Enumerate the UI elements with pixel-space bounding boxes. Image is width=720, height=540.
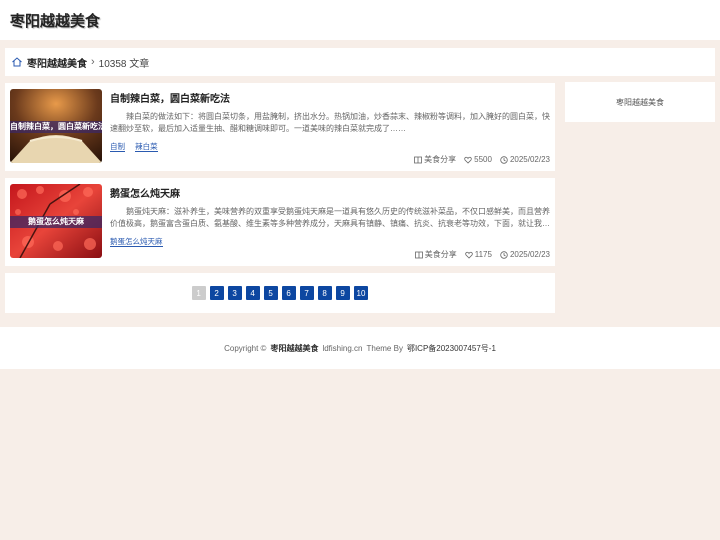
breadcrumb-home-link[interactable]: 枣阳越越美食: [27, 55, 87, 70]
footer-copyright: Copyright ©: [224, 343, 267, 353]
page-link[interactable]: 9: [335, 286, 350, 300]
tag-link[interactable]: 鹅蛋怎么炖天麻: [110, 237, 163, 247]
footer-site-link[interactable]: 枣阳越越美食: [270, 343, 318, 354]
tag-link[interactable]: 辣白菜: [135, 142, 158, 152]
footer-theme: Theme By: [366, 343, 403, 353]
article-title[interactable]: 鹅蛋怎么炖天麻: [110, 185, 550, 200]
article-card: 自制辣白菜，圆白菜新吃法 自制辣白菜，圆白菜新吃法 辣白菜的做法如下：将圆白菜切…: [5, 83, 555, 171]
article-likes: 5500: [464, 155, 492, 164]
thumbnail-caption: 鹅蛋怎么炖天麻: [10, 216, 102, 228]
sidebar-title: 枣阳越越美食: [616, 97, 664, 107]
article-count: 10358 文章: [98, 58, 150, 70]
page-link[interactable]: 8: [317, 286, 332, 300]
book-icon: [414, 156, 423, 163]
article-likes: 1175: [465, 250, 492, 259]
likes-count: 1175: [474, 250, 492, 259]
book-icon: [414, 251, 423, 258]
site-title[interactable]: 枣阳越越美食: [10, 10, 100, 31]
tag-link[interactable]: 自制: [110, 142, 125, 152]
article-category[interactable]: 美食分享: [414, 154, 456, 165]
page-link[interactable]: 4: [245, 286, 260, 300]
article-list: 自制辣白菜，圆白菜新吃法 自制辣白菜，圆白菜新吃法 辣白菜的做法如下：将圆白菜切…: [5, 83, 555, 313]
date-text: 2025/02/23: [509, 250, 550, 259]
sidebar-widget: 枣阳越越美食: [565, 82, 715, 122]
clock-icon: [500, 155, 508, 164]
page-link[interactable]: 5: [263, 286, 278, 300]
page-link[interactable]: 7: [299, 286, 314, 300]
site-footer: Copyright © 枣阳越越美食 ldfishing.cn Theme By…: [0, 327, 720, 369]
article-category[interactable]: 美食分享: [414, 249, 457, 260]
article-card: 鹅蛋怎么炖天麻 鹅蛋怎么炖天麻 鹅蛋炖天麻：滋补养生，美味营养的双重享受鹅蛋炖天…: [5, 178, 555, 266]
article-title[interactable]: 自制辣白菜，圆白菜新吃法: [110, 90, 550, 105]
article-content: 鹅蛋怎么炖天麻 鹅蛋炖天麻：滋补养生，美味营养的双重享受鹅蛋炖天麻是一道具有悠久…: [110, 185, 550, 247]
category-label: 美食分享: [424, 155, 457, 164]
date-text: 2025/02/23: [509, 155, 550, 164]
article-tags: 鹅蛋怎么炖天麻: [110, 236, 550, 247]
page-link-current: 1: [191, 286, 206, 300]
category-label: 美食分享: [424, 250, 457, 259]
page-link[interactable]: 6: [281, 286, 296, 300]
article-meta: 美食分享 1175 2025/02/23: [414, 249, 550, 260]
page-link[interactable]: 2: [209, 286, 224, 300]
breadcrumb: 枣阳越越美食 › 10358 文章: [5, 48, 715, 76]
clock-icon: [500, 250, 508, 259]
article-thumbnail[interactable]: 自制辣白菜，圆白菜新吃法: [10, 89, 102, 163]
article-date: 2025/02/23: [500, 250, 550, 259]
article-thumbnail[interactable]: 鹅蛋怎么炖天麻: [10, 184, 102, 258]
article-content: 自制辣白菜，圆白菜新吃法 辣白菜的做法如下：将圆白菜切条，用盐腌制，挤出水分。热…: [110, 90, 550, 152]
likes-count: 5500: [474, 155, 492, 164]
article-excerpt: 辣白菜的做法如下：将圆白菜切条，用盐腌制，挤出水分。热锅加油，炒香蒜末、辣椒粉等…: [110, 112, 550, 133]
heart-icon: [464, 156, 472, 164]
page-link[interactable]: 10: [353, 286, 369, 300]
article-meta: 美食分享 5500 2025/02/23: [414, 154, 550, 165]
article-excerpt: 鹅蛋炖天麻：滋补养生，美味营养的双重享受鹅蛋炖天麻是一道具有悠久历史的传统滋补菜…: [110, 207, 550, 228]
home-icon[interactable]: [11, 56, 23, 68]
heart-icon: [465, 251, 473, 259]
footer-icp-link[interactable]: 鄂ICP备2023007457号-1: [407, 343, 496, 354]
pagination: 1 2 3 4 5 6 7 8 9 10: [5, 273, 555, 313]
site-header: 枣阳越越美食: [0, 0, 720, 40]
article-date: 2025/02/23: [500, 155, 550, 164]
page-link[interactable]: 3: [227, 286, 242, 300]
chevron-right-icon: ›: [91, 56, 95, 68]
thumbnail-caption: 自制辣白菜，圆白菜新吃法: [10, 121, 102, 133]
footer-domain: ldfishing.cn: [322, 343, 363, 353]
article-tags: 自制 辣白菜: [110, 141, 550, 152]
